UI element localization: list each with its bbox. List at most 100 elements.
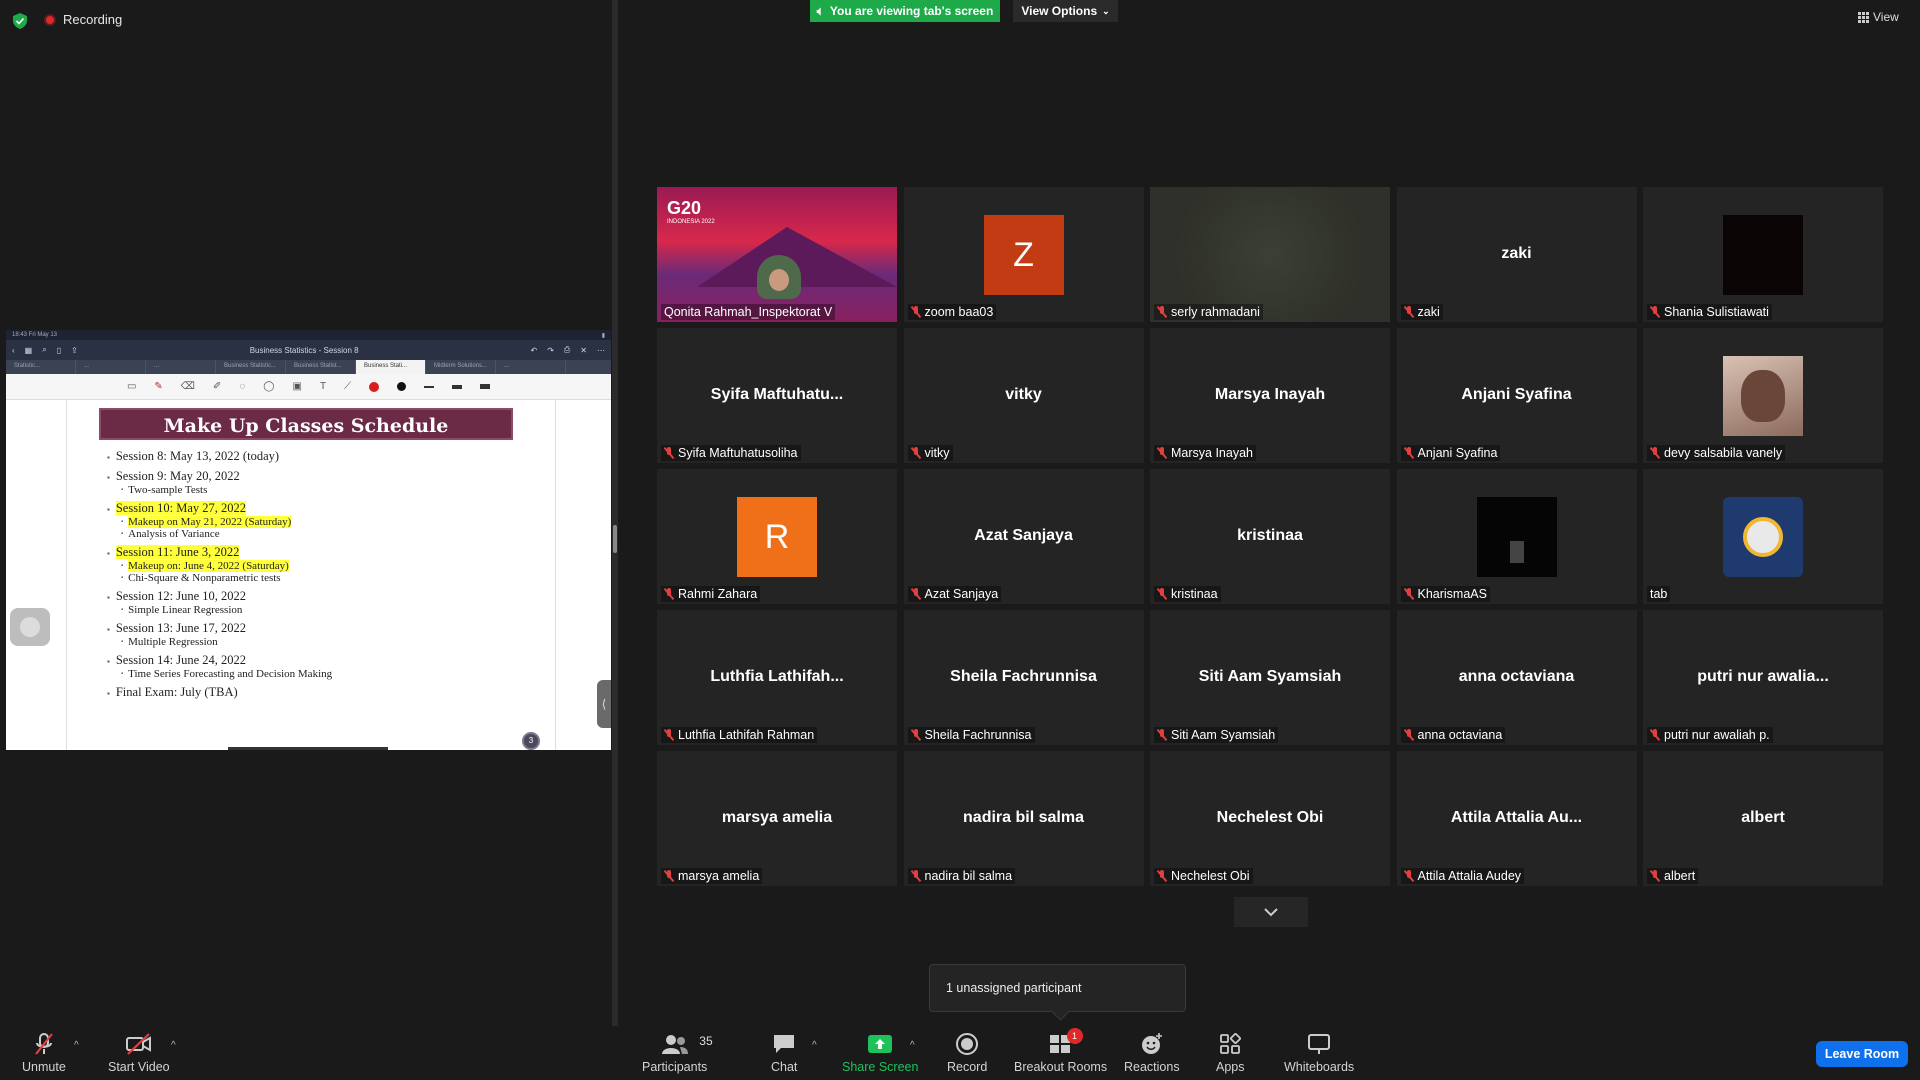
redo-icon[interactable]: ↷	[547, 346, 554, 355]
unmute-button[interactable]: Unmute	[22, 1032, 66, 1074]
highlighter-icon[interactable]: ✐	[213, 381, 221, 392]
schedule-subitem: Analysis of Variance	[121, 528, 547, 540]
participant-tile[interactable]: albert albert	[1643, 751, 1883, 886]
pdf-viewport[interactable]: Make Up Classes Schedule Session 8: May …	[6, 400, 611, 750]
shapes-icon[interactable]: ◯	[263, 381, 274, 392]
close-icon[interactable]: ✕	[580, 346, 587, 355]
image-icon[interactable]: ▣	[292, 381, 301, 392]
document-tab[interactable]: Business Statistic...	[216, 360, 286, 374]
more-icon[interactable]: ⋯	[597, 346, 605, 355]
pen-icon[interactable]: ✎	[154, 381, 162, 392]
sidebar-icon[interactable]: ▭	[127, 381, 136, 392]
page-scroll-indicator[interactable]	[228, 747, 388, 750]
participant-tile[interactable]: Azat Sanjaya Azat Sanjaya	[903, 469, 1144, 604]
document-tab[interactable]: Midterm Solutions...	[426, 360, 496, 374]
participant-tile[interactable]: vitky vitky	[903, 328, 1144, 463]
schedule-list: Session 8: May 13, 2022 (today) Session 9…	[107, 444, 547, 700]
document-tab[interactable]: ...	[76, 360, 146, 374]
participant-tile[interactable]: serly rahmadani	[1150, 187, 1390, 322]
medium-stroke-option[interactable]	[452, 384, 463, 389]
participants-button[interactable]: 35 Participants	[642, 1032, 713, 1074]
bookmark-icon[interactable]: ▯	[57, 346, 61, 355]
participant-tile[interactable]: anna octaviana anna octaviana	[1396, 610, 1637, 745]
split-divider[interactable]	[612, 0, 618, 1026]
collapse-panel-handle[interactable]: ⟨	[597, 680, 611, 728]
viewing-screen-banner: 🔈︎ You are viewing tab's screen	[810, 0, 1000, 22]
leave-room-button[interactable]: Leave Room	[1816, 1041, 1908, 1067]
document-tab[interactable]: ...	[146, 360, 216, 374]
participant-tile[interactable]: devy salsabila vanely	[1643, 328, 1883, 463]
participant-tile[interactable]: kristinaa kristinaa	[1150, 469, 1390, 604]
participant-tile[interactable]: Sheila Fachrunnisa Sheila Fachrunnisa	[903, 610, 1144, 745]
participant-tile[interactable]: KharismaAS	[1396, 469, 1637, 604]
participant-tile[interactable]: Luthfia Lathifah... Luthfia Lathifah Rahm…	[657, 610, 897, 745]
participant-name: vitky	[924, 446, 950, 460]
share-screen-button[interactable]: Share Screen	[842, 1032, 918, 1074]
page-number-badge: 3	[522, 732, 540, 750]
audio-options-caret[interactable]: ^	[74, 1040, 79, 1051]
recording-indicator[interactable]: Recording	[44, 12, 122, 27]
text-icon[interactable]: T	[320, 381, 326, 392]
breakout-rooms-button[interactable]: 1 Breakout Rooms	[1014, 1028, 1107, 1074]
reactions-button[interactable]: Reactions	[1124, 1032, 1180, 1074]
participant-tile[interactable]: Shania Sulistiawati	[1643, 187, 1883, 322]
export-icon[interactable]: ⎙	[564, 345, 570, 355]
share-options-caret[interactable]: ^	[910, 1040, 915, 1051]
apps-button[interactable]: Apps	[1216, 1032, 1245, 1074]
document-tab[interactable]: Business Statist...	[286, 360, 356, 374]
chat-button[interactable]: Chat	[771, 1032, 797, 1074]
mic-muted-icon	[664, 588, 674, 600]
participant-tile[interactable]: Zzoom baa03	[903, 187, 1144, 322]
share-screen-icon	[867, 1032, 893, 1056]
search-icon[interactable]: ⌕	[42, 345, 46, 355]
share-icon[interactable]: ⇪	[71, 346, 78, 355]
video-options-caret[interactable]: ^	[171, 1040, 176, 1051]
red-color-swatch[interactable]	[369, 381, 380, 392]
next-page-button[interactable]	[1234, 897, 1308, 927]
whiteboards-button[interactable]: Whiteboards	[1284, 1032, 1354, 1074]
view-options-button[interactable]: View Options ⌄	[1013, 0, 1118, 22]
chat-options-caret[interactable]: ^	[812, 1040, 817, 1051]
participant-tile[interactable]: tab	[1643, 469, 1883, 604]
back-icon[interactable]: ‹	[12, 346, 15, 355]
participant-tile[interactable]: zaki zaki	[1396, 187, 1637, 322]
schedule-subitem-text: Multiple Regression	[128, 636, 218, 648]
document-tab[interactable]: Statistic...	[6, 360, 76, 374]
participant-display-name: Syifa Maftuhatu...	[710, 386, 844, 403]
participant-tile[interactable]: Siti Aam Syamsiah Siti Aam Syamsiah	[1150, 610, 1390, 745]
participant-tile[interactable]: Anjani Syafina Anjani Syafina	[1396, 328, 1637, 463]
laser-icon[interactable]: ⟋	[344, 381, 351, 392]
participant-name-label: Qonita Rahmah_Inspektorat V	[661, 304, 836, 320]
avatar	[1723, 497, 1803, 577]
participant-tile[interactable]: putri nur awalia... putri nur awaliah p.	[1643, 610, 1883, 745]
view-button[interactable]: View	[1858, 10, 1899, 24]
record-dot-icon	[44, 13, 56, 26]
record-button[interactable]: Record	[947, 1032, 987, 1074]
shared-screen[interactable]: 18:43 Fri May 13 ▮ ‹ ▦ ⌕ ▯ ⇪ Business St…	[6, 330, 611, 750]
eraser-icon[interactable]: ⌫	[181, 381, 195, 392]
mic-muted-icon	[1650, 870, 1660, 882]
assistive-touch-button[interactable]	[10, 608, 50, 646]
black-color-swatch[interactable]	[397, 382, 407, 391]
undo-icon[interactable]: ↶	[530, 346, 537, 355]
view-label: View	[1873, 10, 1899, 24]
participant-tile[interactable]: Syifa Maftuhatu... Syifa Maftuhatusoliha	[657, 328, 897, 463]
divider-handle[interactable]	[613, 525, 617, 553]
participant-tile[interactable]: R Rahmi Zahara	[657, 469, 897, 604]
thick-stroke-option[interactable]	[480, 384, 491, 389]
start-video-button[interactable]: Start Video	[108, 1032, 170, 1074]
participant-tile[interactable]: marsya amelia marsya amelia	[657, 751, 897, 886]
participant-tile[interactable]: Marsya Inayah Marsya Inayah	[1150, 328, 1390, 463]
participant-tile[interactable]: G20 INDONESIA 2022 Qonita Rahmah_Inspektor…	[657, 187, 897, 322]
document-title[interactable]: Business Statistics - Session 8	[88, 346, 521, 355]
thin-stroke-option[interactable]	[424, 385, 435, 388]
participant-name: Shania Sulistiawati	[1664, 305, 1769, 319]
participant-display-name: Sheila Fachrunnisa	[950, 668, 1097, 685]
participant-tile[interactable]: Nechelest Obi Nechelest Obi	[1150, 751, 1390, 886]
lasso-icon[interactable]: ◌	[239, 381, 245, 392]
document-tab[interactable]: Business Stati...	[356, 360, 426, 374]
participant-tile[interactable]: Attila Attalia Au... Attila Attalia Audey	[1396, 751, 1637, 886]
participant-tile[interactable]: nadira bil salma nadira bil salma	[903, 751, 1144, 886]
document-tab[interactable]: ...	[496, 360, 566, 374]
grid-view-icon[interactable]: ▦	[25, 346, 33, 355]
